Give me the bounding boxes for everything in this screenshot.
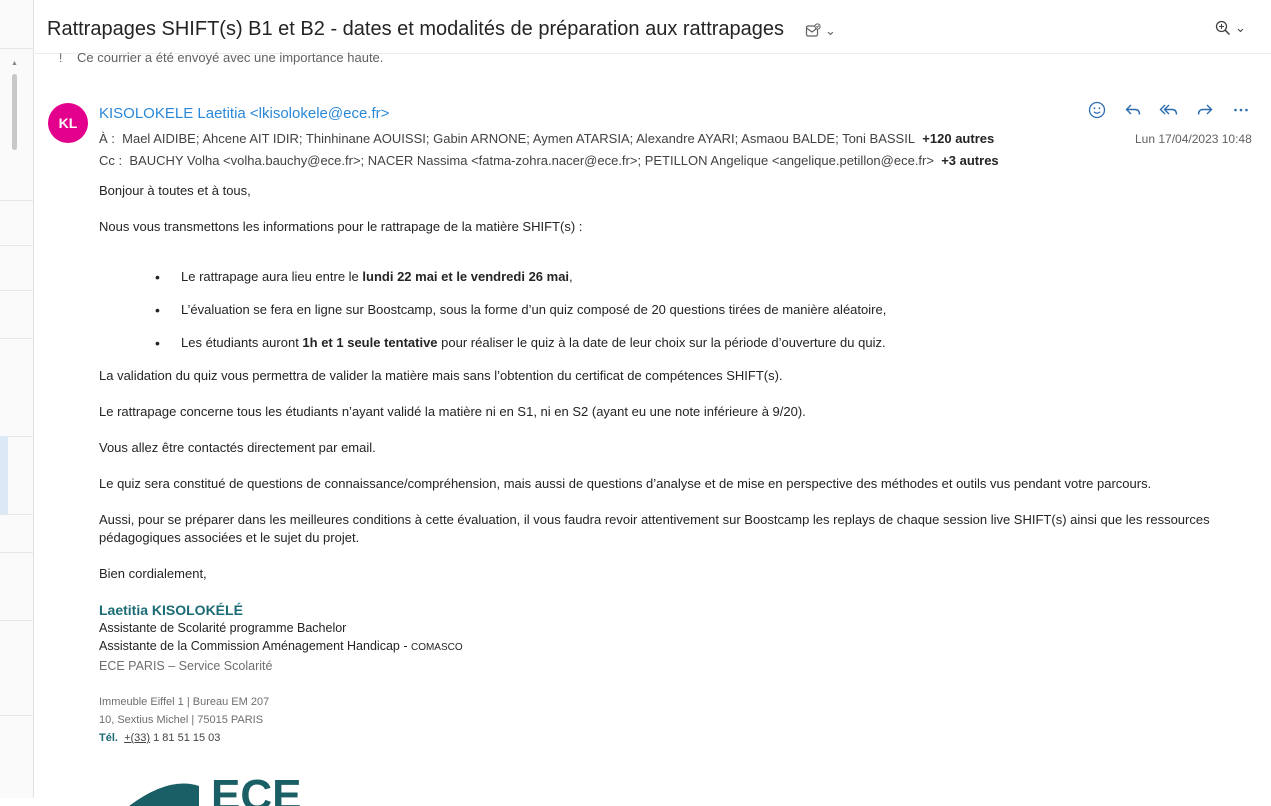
phone-link[interactable]: +(33) 1 81 51 15 03: [124, 732, 220, 744]
to-label: À :: [99, 131, 115, 146]
avatar[interactable]: KL: [48, 103, 88, 143]
reply-all-icon[interactable]: [1157, 98, 1181, 122]
phone-line: Tél. +(33) 1 81 51 15 03: [99, 732, 221, 744]
paragraph: Aussi, pour se préparer dans les meilleu…: [99, 512, 1210, 545]
importance-text: Ce courrier a été envoyé avec une import…: [77, 50, 384, 65]
email-subject: Rattrapages SHIFT(s) B1 et B2 - dates et…: [47, 18, 785, 40]
to-more-link[interactable]: +120 autres: [922, 131, 994, 146]
signature-role: Assistante de la Commission Aménagement …: [99, 639, 463, 653]
ece-logo: ECE: [129, 776, 301, 806]
selected-message-indicator: [0, 436, 8, 514]
cc-recipients: Cc : BAUCHY Volha <volha.bauchy@ece.fr>;…: [99, 153, 999, 168]
chevron-down-icon[interactable]: ⌄: [825, 23, 836, 39]
emoji-icon[interactable]: [1085, 98, 1109, 122]
cc-more-link[interactable]: +3 autres: [941, 153, 998, 168]
signature: Laetitia KISOLOKÉLÉ Assistante de Scolar…: [99, 601, 1249, 747]
to-recipients: À : Mael AIDIBE; Ahcene AIT IDIR; Thinhi…: [99, 131, 994, 146]
paragraph: Le quiz sera constitué de questions de c…: [99, 476, 1152, 491]
message-list-scrollbar[interactable]: ▲: [10, 60, 18, 798]
svg-text:ECE: ECE: [211, 776, 301, 806]
signature-address: Immeuble Eiffel 1 | Bureau EM 207 10, Se…: [99, 693, 1249, 747]
message-date: Lun 17/04/2023 10:48: [1135, 132, 1252, 146]
paragraph: Vous allez être contactés directement pa…: [99, 440, 376, 455]
signature-name: Laetitia KISOLOKÉLÉ: [99, 602, 243, 618]
closing: Bien cordialement,: [99, 566, 207, 581]
forward-icon[interactable]: [1193, 98, 1217, 122]
address-line: Immeuble Eiffel 1 | Bureau EM 207: [99, 696, 270, 708]
paragraph: Le rattrapage concerne tous les étudiant…: [99, 404, 806, 419]
reply-icon[interactable]: [1121, 98, 1145, 122]
signature-org: ECE PARIS – Service Scolarité: [99, 659, 273, 673]
sender-name[interactable]: KISOLOKELE Laetitia <lkisolokele@ece.fr>: [99, 105, 389, 122]
intro-paragraph: Nous vous transmettons les informations …: [99, 219, 583, 234]
high-importance-icon: !: [59, 51, 63, 65]
message-body: Bonjour à toutes et à tous, Nous vous tr…: [99, 182, 1249, 747]
zoom-icon[interactable]: ⌄: [1215, 20, 1246, 36]
address-line: 10, Sextius Michel | 75015 PARIS: [99, 714, 264, 726]
scroll-up-icon[interactable]: ▲: [11, 60, 18, 67]
divider: [0, 48, 34, 49]
mail-check-icon[interactable]: ⌄: [805, 20, 845, 42]
message-actions: [1085, 98, 1253, 122]
info-list: Le rattrapage aura lieu entre le lundi 2…: [99, 268, 1249, 352]
chevron-down-icon[interactable]: ⌄: [1235, 20, 1246, 36]
message-list-pane[interactable]: ▲: [0, 0, 34, 798]
subject-bar: Rattrapages SHIFT(s) B1 et B2 - dates et…: [35, 6, 1271, 54]
scrollbar-thumb[interactable]: [12, 74, 17, 150]
list-item: Les étudiants auront 1h et 1 seule tenta…: [155, 334, 1249, 352]
cc-names[interactable]: BAUCHY Volha <volha.bauchy@ece.fr>; NACE…: [129, 153, 934, 168]
list-item: Le rattrapage aura lieu entre le lundi 2…: [155, 268, 1249, 286]
reading-pane: Rattrapages SHIFT(s) B1 et B2 - dates et…: [35, 0, 1271, 806]
more-icon[interactable]: [1229, 98, 1253, 122]
list-item: L’évaluation se fera en ligne sur Boostc…: [155, 301, 1249, 319]
importance-notice: ! Ce courrier a été envoyé avec une impor…: [59, 50, 383, 65]
greeting: Bonjour à toutes et à tous,: [99, 183, 251, 198]
cc-label: Cc :: [99, 153, 123, 168]
signature-role: Assistante de Scolarité programme Bachel…: [99, 621, 347, 635]
paragraph: La validation du quiz vous permettra de …: [99, 368, 783, 383]
to-names[interactable]: Mael AIDIBE; Ahcene AIT IDIR; Thinhinane…: [122, 131, 915, 146]
